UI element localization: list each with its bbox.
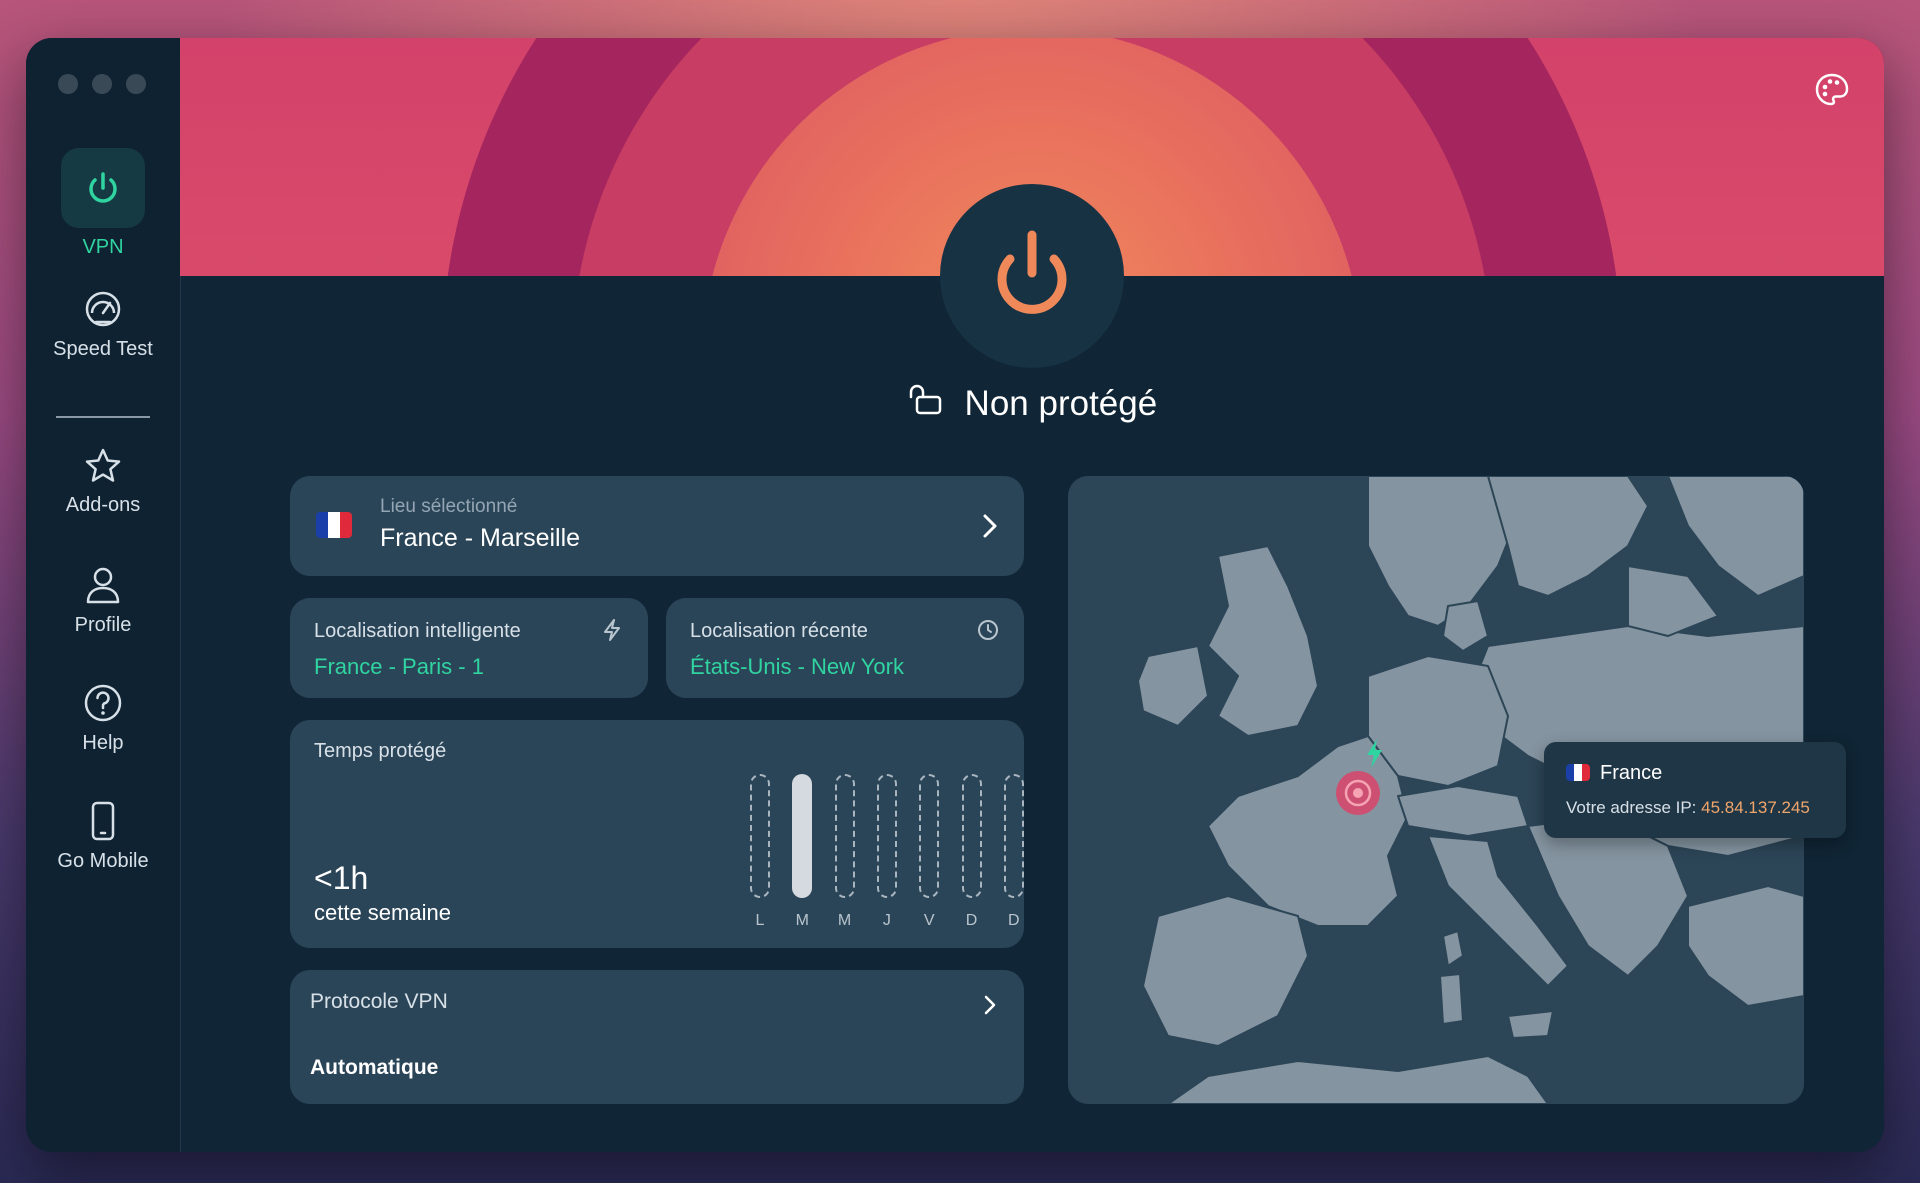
sidebar-item-add-ons[interactable]: Add-ons (26, 446, 180, 517)
minimize-dot[interactable] (92, 74, 112, 94)
sidebar: VPN Speed Test Add-ons Profile Help Go M… (26, 38, 181, 1152)
sidebar-divider (56, 416, 150, 418)
power-icon (89, 172, 117, 203)
sidebar-item-label: Speed Test (53, 338, 153, 360)
chevron-right-icon (983, 514, 997, 538)
location-tooltip: France Votre adresse IP: 45.84.137.245 (1544, 742, 1846, 838)
chevron-right-icon (984, 995, 996, 1015)
unlocked-icon (909, 385, 942, 415)
phone-icon (91, 801, 115, 841)
recent-location-value: États-Unis - New York (690, 654, 904, 679)
day-bar (792, 774, 813, 898)
day-label: M (795, 912, 809, 929)
theme-button[interactable] (1814, 72, 1850, 113)
clock-icon (978, 620, 998, 640)
recent-location-caption: Localisation récente (690, 620, 868, 642)
sidebar-item-go-mobile[interactable]: Go Mobile (26, 800, 180, 873)
protected-time-value: <1h (314, 860, 369, 896)
tooltip-country: France (1600, 762, 1663, 784)
day-bar (961, 774, 982, 898)
app-window: VPN Speed Test Add-ons Profile Help Go M… (26, 38, 1884, 1152)
france-flag-icon (316, 512, 352, 538)
smart-location-caption: Localisation intelligente (314, 620, 521, 642)
sidebar-item-speed-test[interactable]: Speed Test (26, 288, 180, 361)
sidebar-item-label: VPN (82, 236, 124, 258)
smart-location-value: France - Paris - 1 (314, 654, 484, 679)
day-label: D (1008, 912, 1020, 929)
protected-time-period: cette semaine (314, 900, 451, 925)
connect-power-button[interactable] (940, 184, 1124, 368)
day-label: L (755, 912, 765, 929)
sidebar-item-label: Profile (74, 614, 132, 636)
selected-location-value: France - Marseille (380, 524, 581, 552)
ip-label: Votre adresse IP: (1566, 798, 1697, 817)
sidebar-item-label: Help (82, 732, 124, 754)
star-icon (85, 448, 121, 482)
protocol-value: Automatique (310, 1056, 439, 1079)
speedometer-icon (85, 291, 121, 327)
recent-location-card[interactable]: Localisation récente États-Unis - New Yo… (666, 598, 1024, 698)
status-text: Non protégé (964, 383, 1158, 423)
selected-location-caption: Lieu sélectionné (380, 496, 518, 517)
ip-address: 45.84.137.245 (1701, 798, 1810, 817)
sidebar-item-label: Add-ons (65, 494, 141, 516)
day-label: D (965, 912, 978, 929)
palette-icon (1815, 73, 1849, 106)
day-bar (1003, 774, 1024, 898)
power-icon (997, 230, 1067, 314)
close-dot[interactable] (58, 74, 78, 94)
vpn-protocol-card[interactable]: Protocole VPN Automatique (290, 970, 1024, 1104)
window-controls (58, 74, 146, 94)
day-label: J (882, 912, 891, 929)
user-icon (86, 567, 120, 604)
day-bar (876, 774, 897, 898)
selected-location-card[interactable]: Lieu sélectionné France - Marseille (290, 476, 1024, 576)
connection-status: Non protégé (180, 382, 1884, 425)
sidebar-item-help[interactable]: Help (26, 682, 180, 755)
bolt-icon (604, 619, 620, 641)
sidebar-item-vpn[interactable]: VPN (26, 148, 180, 259)
vpn-icon-box (61, 148, 145, 228)
day-bar (750, 774, 770, 898)
help-icon (84, 684, 122, 722)
zoom-dot[interactable] (126, 74, 146, 94)
day-label: V (923, 912, 935, 929)
sidebar-item-profile[interactable]: Profile (26, 564, 180, 637)
smart-location-card[interactable]: Localisation intelligente France - Paris… (290, 598, 648, 698)
main-panel: Non protégé Lieu sélectionné France - Ma… (180, 38, 1884, 1152)
sidebar-item-label: Go Mobile (57, 850, 149, 872)
day-label: M (837, 912, 852, 929)
protocol-title: Protocole VPN (310, 990, 448, 1013)
day-bar (834, 774, 855, 898)
france-flag-icon (1566, 764, 1590, 781)
day-bar (919, 774, 940, 898)
protected-time-title: Temps protégé (314, 740, 447, 762)
